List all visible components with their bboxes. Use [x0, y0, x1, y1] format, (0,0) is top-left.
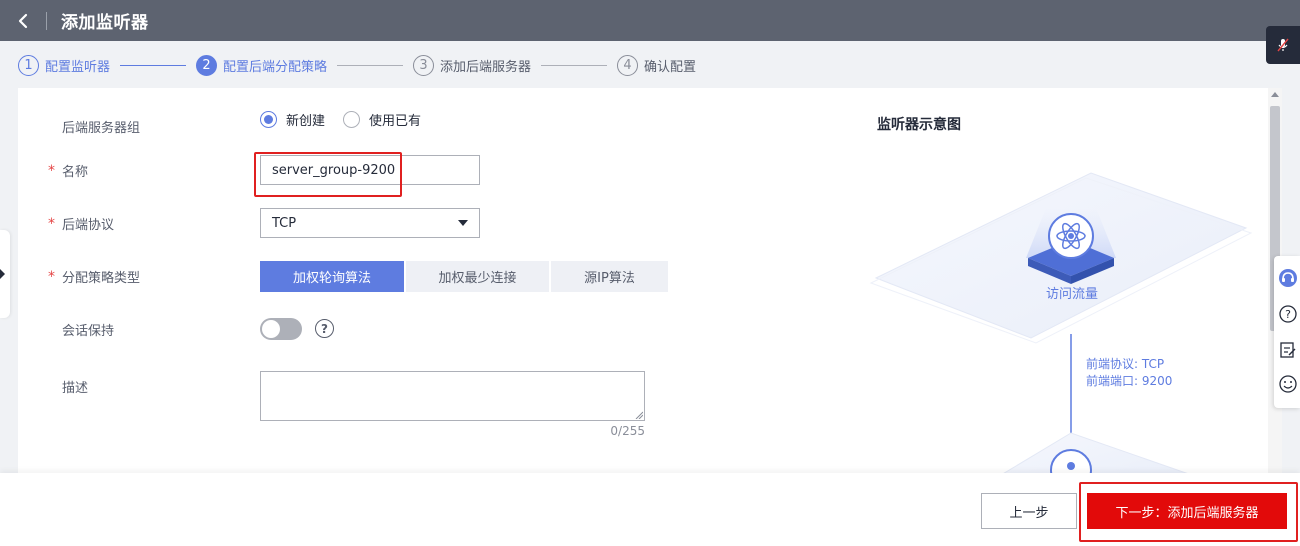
header-divider [46, 11, 47, 30]
caret-right-icon [0, 269, 5, 279]
page-header: 添加监听器 [0, 0, 1300, 41]
wizard-steps: 1 配置监听器 2 配置后端分配策略 3 添加后端服务器 4 确认配置 [18, 54, 696, 76]
step-connector [541, 64, 608, 66]
customer-service-button[interactable] [1278, 268, 1298, 288]
required-mark: * [48, 163, 55, 179]
radio-label: 新创建 [286, 114, 326, 129]
svg-text:?: ? [1285, 308, 1291, 321]
protocol-select-value: TCP [272, 215, 297, 231]
listener-diagram: 访问流量 前端协议: TCP 前端端口: 9200 [869, 172, 1253, 473]
mic-off-icon [1277, 38, 1289, 52]
name-label: 名称 [62, 165, 89, 180]
help-center-button[interactable]: ? [1278, 304, 1298, 324]
radio-unchecked-icon [343, 111, 361, 128]
required-mark: * [48, 216, 55, 232]
protocol-select[interactable]: TCP [260, 208, 480, 238]
previous-step-button[interactable]: 上一步 [981, 493, 1077, 529]
step-label: 配置后端分配策略 [223, 59, 328, 75]
description-label: 描述 [62, 381, 89, 396]
mute-mic-button[interactable] [1266, 26, 1300, 64]
edit-note-icon [1280, 342, 1296, 358]
backend-group-label: 后端服务器组 [62, 121, 141, 136]
help-icon[interactable]: ? [315, 319, 334, 338]
caret-down-icon [458, 220, 468, 226]
next-step-button[interactable]: 下一步：添加后端服务器 [1087, 493, 1287, 529]
frontend-port-label: 前端端口: 9200 [1086, 373, 1172, 388]
strategy-label: 分配策略类型 [62, 271, 141, 286]
frontend-protocol-label: 前端协议: TCP [1086, 356, 1164, 371]
smiley-icon [1279, 375, 1297, 393]
step-number: 1 [18, 54, 39, 76]
diagram-title: 监听器示意图 [877, 117, 961, 133]
floating-toolbar: ? [1274, 256, 1300, 408]
question-icon: ? [1279, 305, 1297, 323]
step-number: 4 [617, 54, 639, 76]
step-number: 2 [196, 54, 218, 76]
radio-create-new[interactable]: 新创建 [260, 110, 325, 129]
step-4: 4 确认配置 [617, 54, 697, 76]
action-footer: 上一步 下一步：添加后端服务器 [0, 473, 1300, 546]
step-3: 3 添加后端服务器 [413, 54, 532, 76]
feedback-button[interactable] [1278, 340, 1298, 360]
satisfaction-button[interactable] [1278, 374, 1298, 394]
resize-handle-icon [635, 411, 643, 419]
radio-checked-icon [260, 111, 277, 128]
step-1[interactable]: 1 配置监听器 [18, 54, 111, 76]
step-connector [120, 64, 187, 66]
required-mark: * [48, 269, 55, 285]
headset-icon [1279, 269, 1297, 287]
step-2[interactable]: 2 配置后端分配策略 [196, 54, 328, 76]
scroll-up-arrow-icon[interactable] [1271, 92, 1279, 97]
protocol-label: 后端协议 [62, 218, 115, 233]
name-input-value: server_group-9200 [272, 162, 396, 178]
strategy-weighted-least-conn[interactable]: 加权最少连接 [406, 261, 549, 292]
strategy-source-ip[interactable]: 源IP算法 [551, 261, 668, 292]
strategy-segmented: 加权轮询算法 加权最少连接 源IP算法 [260, 261, 670, 292]
name-input[interactable]: server_group-9200 [260, 155, 480, 185]
side-drawer-handle[interactable] [0, 230, 10, 318]
radio-use-existing[interactable]: 使用已有 [343, 110, 421, 129]
session-label: 会话保持 [62, 324, 115, 339]
backend-group-radio: 新创建 使用已有 [260, 110, 439, 129]
step-label: 添加后端服务器 [440, 59, 532, 75]
atom-icon [1068, 233, 1074, 239]
strategy-weighted-round-robin[interactable]: 加权轮询算法 [260, 261, 404, 292]
page-title: 添加监听器 [61, 13, 149, 33]
radio-label: 使用已有 [369, 114, 422, 129]
session-toggle[interactable] [260, 318, 302, 340]
step-number: 3 [413, 54, 435, 76]
traffic-node-label: 访问流量 [1046, 287, 1098, 302]
step-label: 确认配置 [644, 59, 697, 75]
chevron-left-icon [18, 13, 28, 28]
char-counter: 0/255 [610, 424, 645, 438]
step-label: 配置监听器 [45, 59, 111, 75]
config-panel: 后端服务器组 新创建 使用已有 * 名称 server_group-9200 *… [18, 88, 1268, 473]
description-textarea[interactable] [260, 371, 645, 421]
back-button[interactable] [0, 0, 46, 41]
step-connector [337, 64, 404, 66]
